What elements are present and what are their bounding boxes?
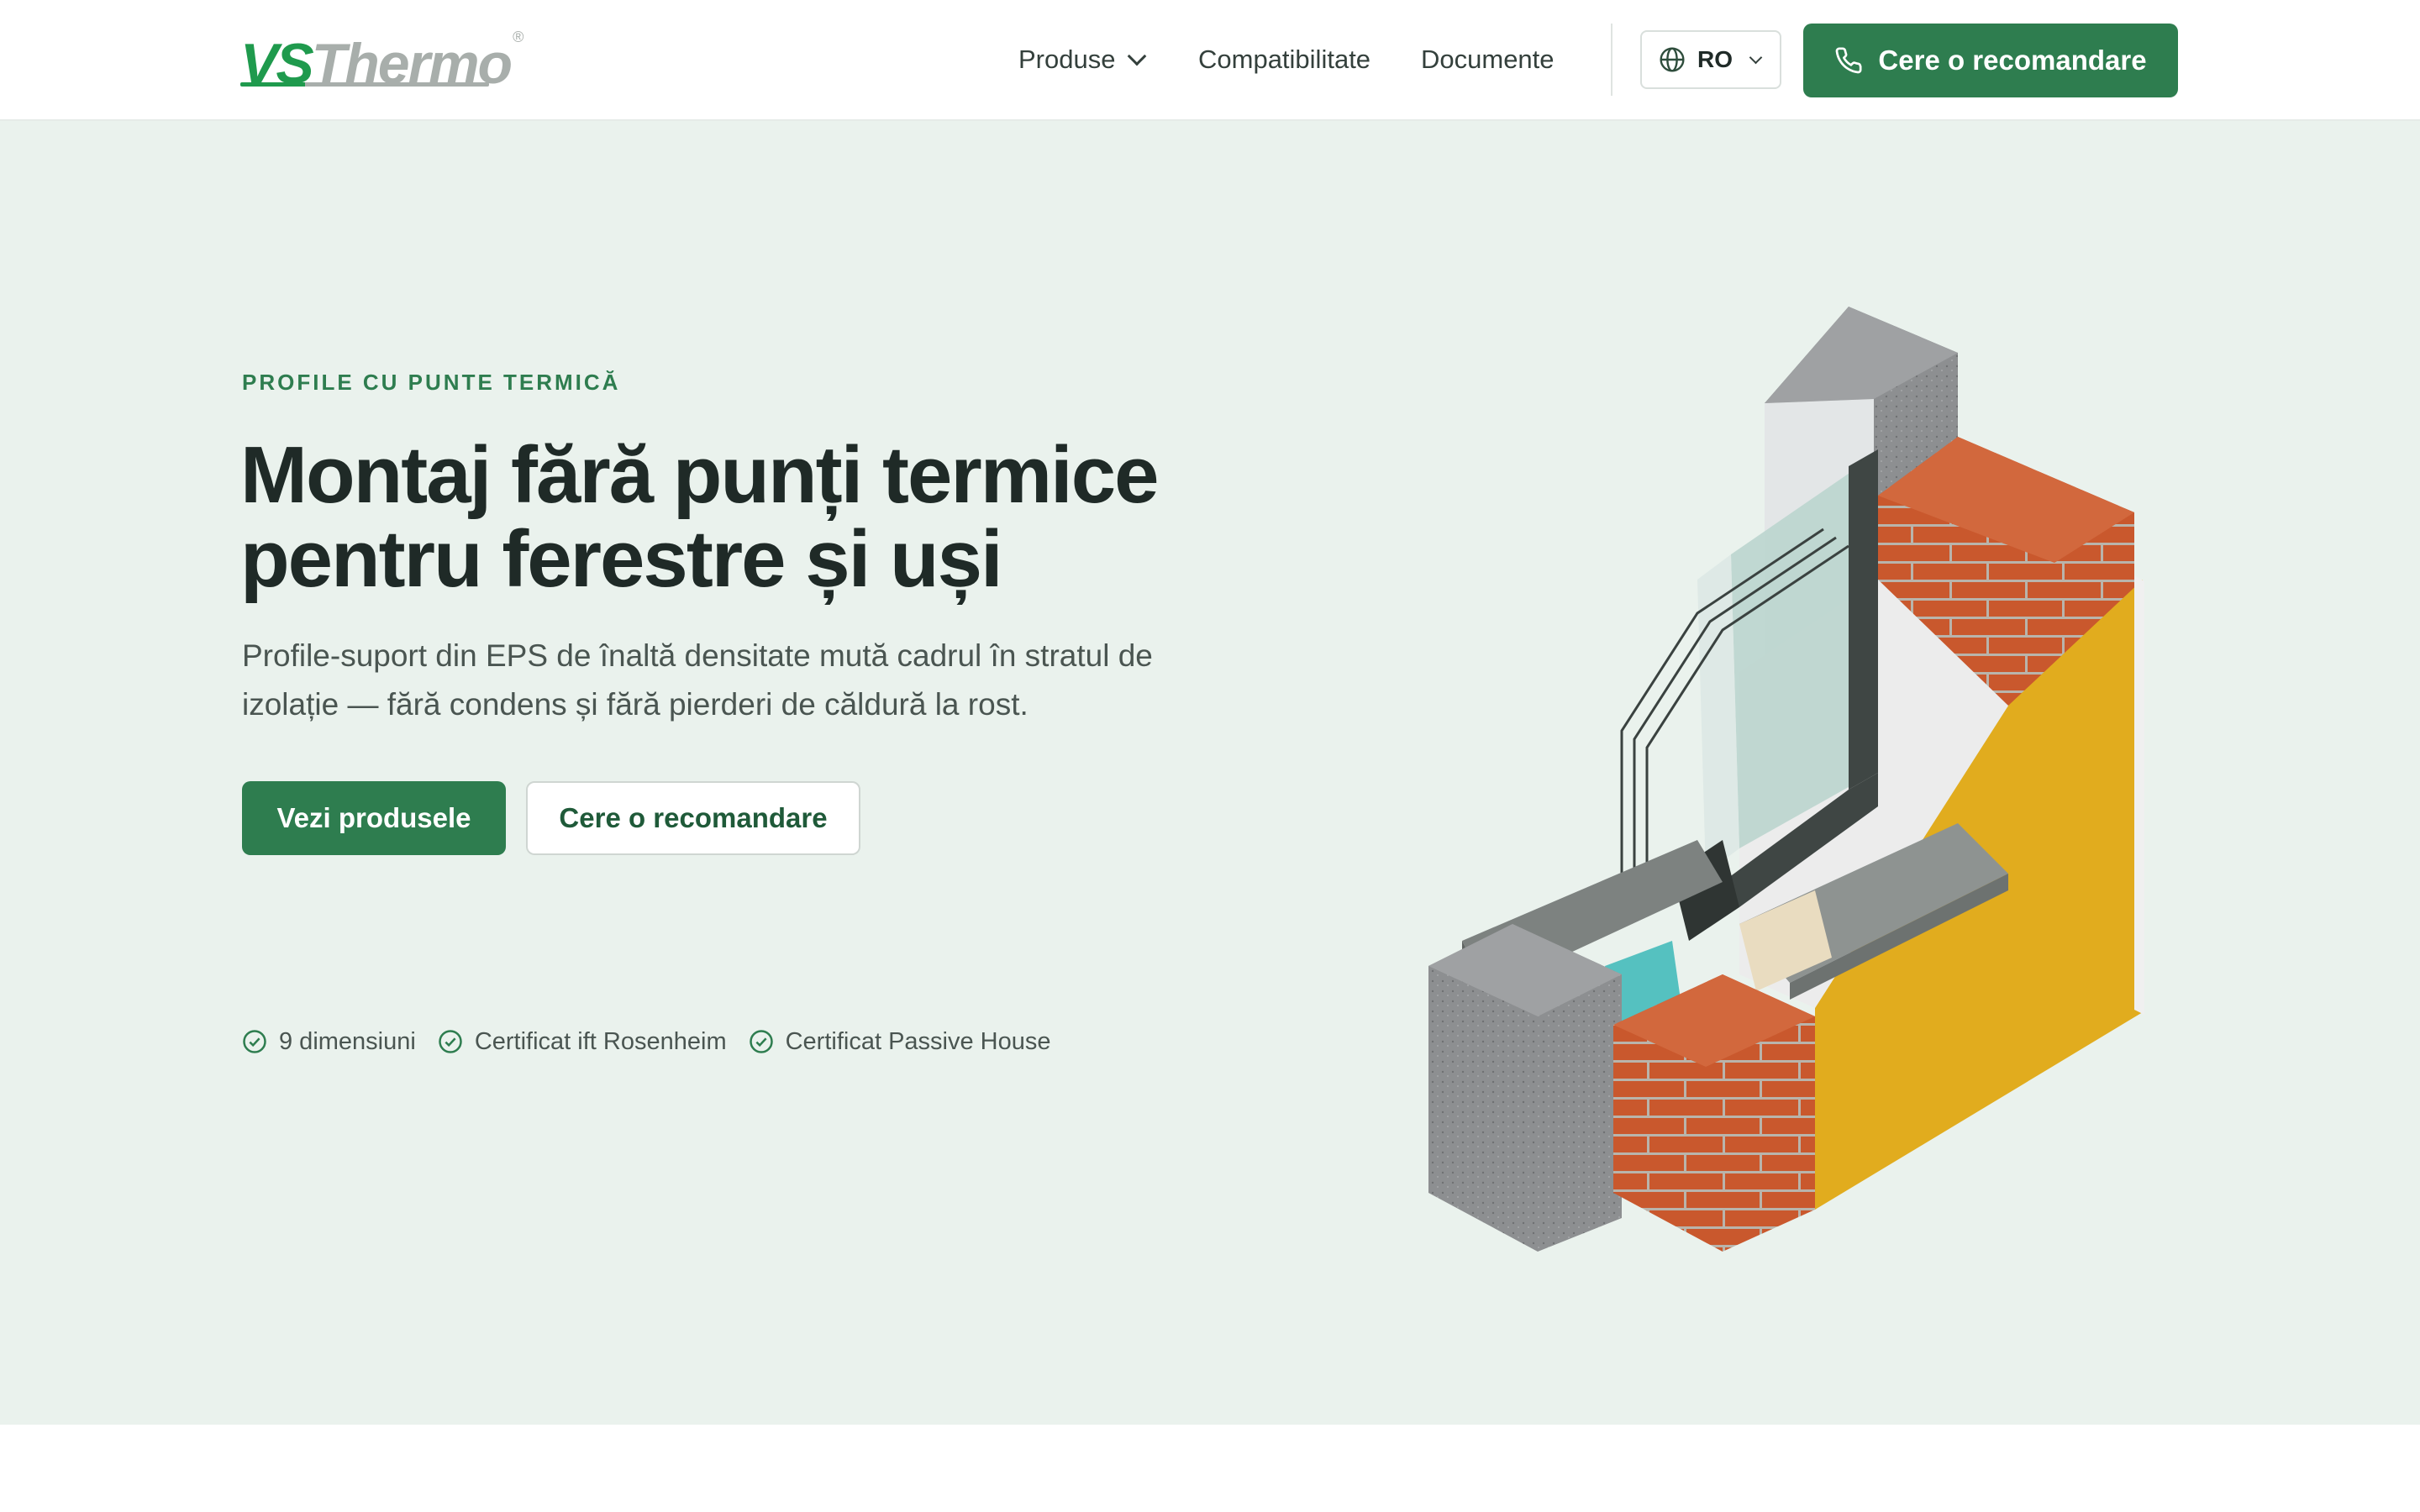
check-circle-icon <box>243 1030 266 1053</box>
nav-compatibilitate[interactable]: Compatibilitate <box>1198 0 1370 119</box>
badge-label: Certificat Passive House <box>785 1027 1051 1055</box>
language-value: RO <box>1697 46 1733 72</box>
nav-compatibilitate-label: Compatibilitate <box>1198 45 1371 74</box>
badge-list: 9 dimensiuni Certificat ift Rosenheim Ce… <box>242 1023 1073 1060</box>
hero-eyebrow: PROFILE CU PUNTE TERMICĂ <box>242 370 621 395</box>
hero-title-line-1: Montaj fără punți termice <box>240 430 1160 520</box>
badge-label: 9 dimensiuni <box>279 1027 416 1055</box>
header-cta-label: Cere o recomandare <box>1878 45 2147 76</box>
logo-underline <box>240 82 489 87</box>
view-products-button[interactable]: Vezi produsele <box>242 781 506 855</box>
hero-title: Montaj fără punți termice pentru ferestr… <box>240 433 1249 601</box>
window-installation-illustration <box>1428 307 2144 1252</box>
request-recommendation-button[interactable]: Cere o recomandare <box>526 781 860 855</box>
header-recommendation-button[interactable]: Cere o recomandare <box>1803 24 2178 97</box>
badge-label: Certificat ift Rosenheim <box>474 1027 727 1055</box>
language-selector[interactable]: RO <box>1640 30 1781 89</box>
badge-dimensions: 9 dimensiuni <box>242 1028 416 1056</box>
badge-ift-rosenheim: Certificat ift Rosenheim <box>438 1028 727 1056</box>
nav-documente-label: Documente <box>1421 45 1555 74</box>
badge-passive-house: Certificat Passive House <box>749 1028 1051 1056</box>
nav-produse-label: Produse <box>1018 45 1116 74</box>
check-circle-icon <box>749 1030 773 1053</box>
globe-icon <box>1660 47 1685 72</box>
chevron-down-icon <box>1128 46 1147 66</box>
logo-registered-mark: ® <box>513 29 524 45</box>
nav-divider <box>1611 24 1612 96</box>
nav-produse[interactable]: Produse <box>1018 0 1147 119</box>
check-circle-icon <box>439 1030 462 1053</box>
chevron-down-icon <box>1749 50 1763 64</box>
site-header: VS Thermo ® Produse Compatibilitate Docu… <box>0 0 2420 121</box>
hero-title-line-2: pentru ferestre și uși <box>240 514 1003 604</box>
phone-icon <box>1836 47 1862 74</box>
hero-subtitle: Profile-suport din EPS de înaltă densita… <box>242 638 1153 722</box>
nav-documente[interactable]: Documente <box>1421 0 1555 119</box>
